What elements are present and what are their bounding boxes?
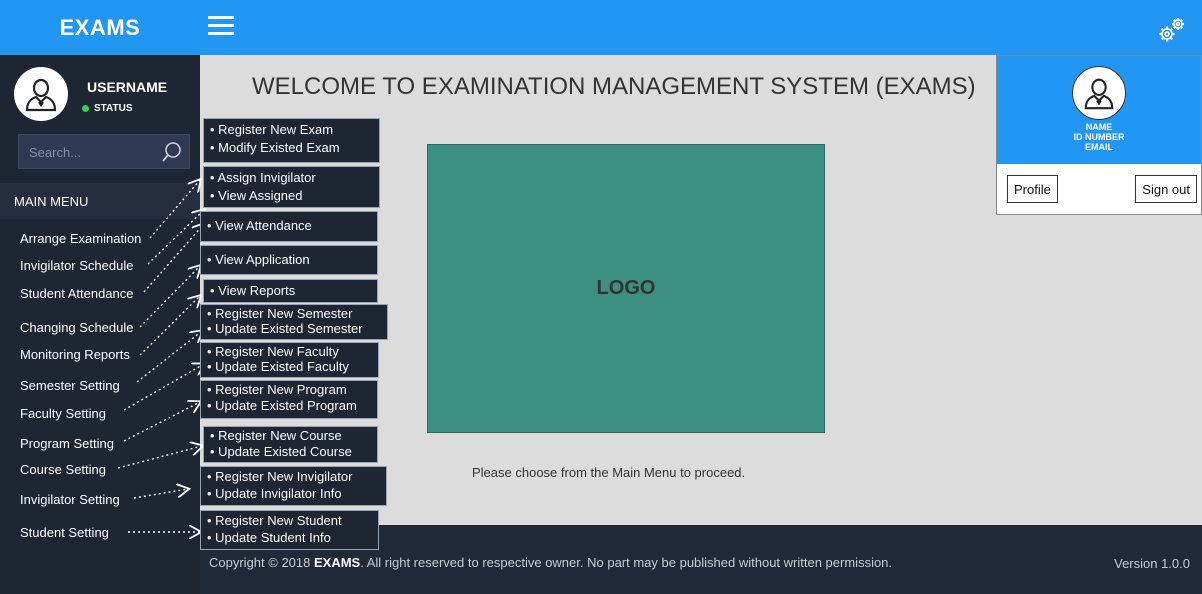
submenu-option[interactable]: Register New Student [207,512,372,529]
sidebar-item-monitoring-reports[interactable]: Monitoring Reports [20,347,130,362]
submenu-course-setting: Register New Course Update Existed Cours… [203,426,378,463]
sign-out-button[interactable]: Sign out [1135,175,1197,203]
version-label: Version 1.0.0 [1114,556,1190,571]
submenu-option[interactable]: Update Existed Course [210,444,371,460]
submenu-option[interactable]: Register New Semester [207,306,381,321]
profile-button[interactable]: Profile [1007,175,1058,203]
search-icon[interactable] [161,141,183,163]
logo-placeholder: LOGO [427,144,825,433]
footer-copy-prefix: Copyright © 2018 [209,555,314,570]
hamburger-menu-icon[interactable] [208,16,234,36]
submenu-option[interactable]: Update Existed Faculty [207,359,372,374]
profile-card: NAME ID NUMBER EMAIL Profile Sign out [996,55,1202,215]
username: USERNAME [87,79,168,95]
submenu-option[interactable]: Register New Invigilator [207,468,380,485]
submenu-option[interactable]: View Reports [210,282,371,300]
profile-email: EMAIL [1085,142,1113,152]
sidebar-item-faculty-setting[interactable]: Faculty Setting [20,406,106,421]
profile-id-number: ID NUMBER [1073,132,1125,142]
status-dot-icon [82,105,89,112]
submenu-arrange-examination: Register New Exam Modify Existed Exam [203,118,380,163]
profile-name: NAME [1085,122,1113,132]
sidebar-item-student-setting[interactable]: Student Setting [20,525,109,540]
submenu-student-attendance: View Attendance [200,211,378,242]
main-menu-heading: MAIN MENU [0,183,200,219]
submenu-invigilator-schedule: Assign Invigilator View Assigned [203,166,380,208]
submenu-option[interactable]: Register New Program [207,382,371,398]
sidebar-item-changing-schedule[interactable]: Changing Schedule [20,320,133,335]
status-label: STATUS [94,103,133,114]
submenu-student-setting: Register New Student Update Student Info [200,510,379,550]
submenu-option[interactable]: Assign Invigilator [210,169,373,187]
sidebar-item-semester-setting[interactable]: Semester Setting [20,378,120,393]
submenu-monitoring-reports: View Reports [203,279,378,303]
submenu-option[interactable]: Modify Existed Exam [210,139,373,157]
search-input[interactable] [19,135,171,170]
footer-copyright: Copyright © 2018 EXAMS. All right reserv… [209,555,892,570]
submenu-program-setting: Register New Program Update Existed Prog… [200,380,378,419]
profile-header: NAME ID NUMBER EMAIL [997,56,1201,164]
submenu-option[interactable]: Update Existed Program [207,398,371,414]
submenu-option[interactable]: View Assigned [210,187,373,205]
submenu-option[interactable]: View Attendance [207,217,371,235]
submenu-option[interactable]: Register New Exam [210,121,373,139]
status-indicator: STATUS [82,103,133,114]
submenu-invigilator-setting: Register New Invigilator Update Invigila… [200,466,387,506]
top-bar: EXAMS [0,0,1202,55]
user-avatar [14,67,68,121]
submenu-option[interactable]: Register New Course [210,428,371,444]
sidebar-item-program-setting[interactable]: Program Setting [20,436,114,451]
sidebar-item-invigilator-setting[interactable]: Invigilator Setting [20,492,120,507]
submenu-faculty-setting: Register New Faculty Update Existed Facu… [200,342,379,378]
submenu-option[interactable]: View Application [207,251,371,269]
footer-brand: EXAMS [313,555,361,570]
user-avatar-icon [25,78,57,112]
submenu-semester-setting: Register New Semester Update Existed Sem… [200,304,388,340]
sidebar-item-course-setting[interactable]: Course Setting [20,462,106,477]
sidebar-item-student-attendance[interactable]: Student Attendance [20,286,133,301]
profile-avatar-icon [1084,78,1114,110]
submenu-option[interactable]: Update Student Info [207,529,372,546]
settings-gear-icon[interactable] [1156,14,1188,46]
submenu-changing-schedule: View Application [200,245,378,275]
brand-title[interactable]: EXAMS [0,0,200,55]
sidebar-item-invigilator-schedule[interactable]: Invigilator Schedule [20,258,133,273]
submenu-option[interactable]: Update Invigilator Info [207,485,380,502]
submenu-option[interactable]: Register New Faculty [207,344,372,359]
submenu-option[interactable]: Update Existed Semester [207,321,381,336]
page-title: WELCOME TO EXAMINATION MANAGEMENT SYSTEM… [252,73,976,100]
footer-copy-suffix: . All right reserved to respective owner… [360,555,893,570]
profile-avatar [1072,66,1126,120]
profile-info: NAME ID NUMBER EMAIL [997,122,1201,152]
sidebar-item-arrange-examination[interactable]: Arrange Examination [20,231,141,246]
main-prompt: Please choose from the Main Menu to proc… [472,465,746,480]
search-box [18,134,190,170]
logo-label: LOGO [596,277,656,299]
